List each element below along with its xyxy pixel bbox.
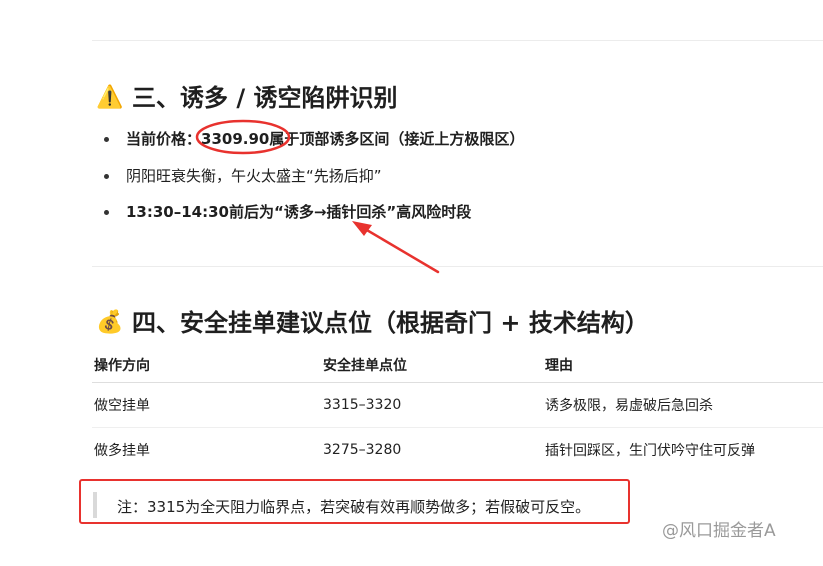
cell-reason: 诱多极限，易虚破后急回杀 bbox=[543, 382, 823, 428]
money-bag-icon: 💰 bbox=[96, 310, 124, 335]
bullet-suffix: 属于顶部诱多区间（接近上方极限区） bbox=[269, 130, 525, 148]
bullet-dot bbox=[104, 136, 109, 142]
warning-icon: ⚠️ bbox=[96, 85, 124, 110]
section-3-title: 三、诱多 / 诱空陷阱识别 bbox=[132, 84, 398, 112]
watermark: @风口掘金者A bbox=[662, 521, 776, 541]
section-4-title: 四、安全挂单建议点位（根据奇门 + 技术结构） bbox=[132, 309, 649, 337]
list-item: 阴阳旺衰失衡，午火太盛主“先扬后抑” bbox=[104, 166, 382, 186]
blockquote-bar bbox=[93, 492, 97, 518]
table-row: 做多挂单 3275–3280 插针回踩区，生门伏吟守住可反弹 bbox=[92, 428, 823, 473]
bullet-prefix: 当前价格： bbox=[126, 130, 202, 148]
cell-direction: 做多挂单 bbox=[94, 443, 150, 459]
list-item: 当前价格： 3309.90 属于顶部诱多区间（接近上方极限区） bbox=[104, 129, 524, 149]
section-4-heading: 💰 四、安全挂单建议点位（根据奇门 + 技术结构） bbox=[96, 308, 649, 338]
column-header-direction: 操作方向 bbox=[92, 348, 321, 383]
cell-reason: 插针回踩区，生门伏吟守住可反弹 bbox=[545, 443, 755, 459]
arrow-head-annotation bbox=[352, 221, 372, 236]
section-3-heading: ⚠️ 三、诱多 / 诱空陷阱识别 bbox=[96, 83, 397, 113]
cell-direction: 做空挂单 bbox=[92, 382, 321, 428]
column-header-price: 安全挂单点位 bbox=[321, 348, 543, 383]
divider-top bbox=[92, 40, 823, 41]
note-text: 注：3315为全天阻力临界点，若突破有效再顺势做多；若假破可反空。 bbox=[117, 498, 591, 516]
divider-middle bbox=[92, 266, 823, 267]
bullet-text: 13:30–14:30前后为“诱多→插针回杀”高风险时段 bbox=[126, 203, 472, 221]
column-header-reason: 理由 bbox=[543, 348, 823, 383]
table-header-row: 操作方向 安全挂单点位 理由 bbox=[92, 348, 823, 383]
cell-price: 3275–3280 bbox=[323, 442, 402, 458]
order-table: 操作方向 安全挂单点位 理由 做空挂单 3315–3320 诱多极限，易虚破后急… bbox=[92, 348, 823, 472]
cell-price: 3315–3320 bbox=[321, 382, 543, 428]
table-row: 做空挂单 3315–3320 诱多极限，易虚破后急回杀 bbox=[92, 382, 823, 428]
list-item: 13:30–14:30前后为“诱多→插针回杀”高风险时段 bbox=[104, 202, 471, 222]
bullet-dot bbox=[104, 209, 109, 215]
current-price: 3309.90 bbox=[201, 130, 270, 148]
bullet-dot bbox=[104, 173, 109, 179]
bullet-text: 阴阳旺衰失衡，午火太盛主“先扬后抑” bbox=[126, 167, 382, 185]
